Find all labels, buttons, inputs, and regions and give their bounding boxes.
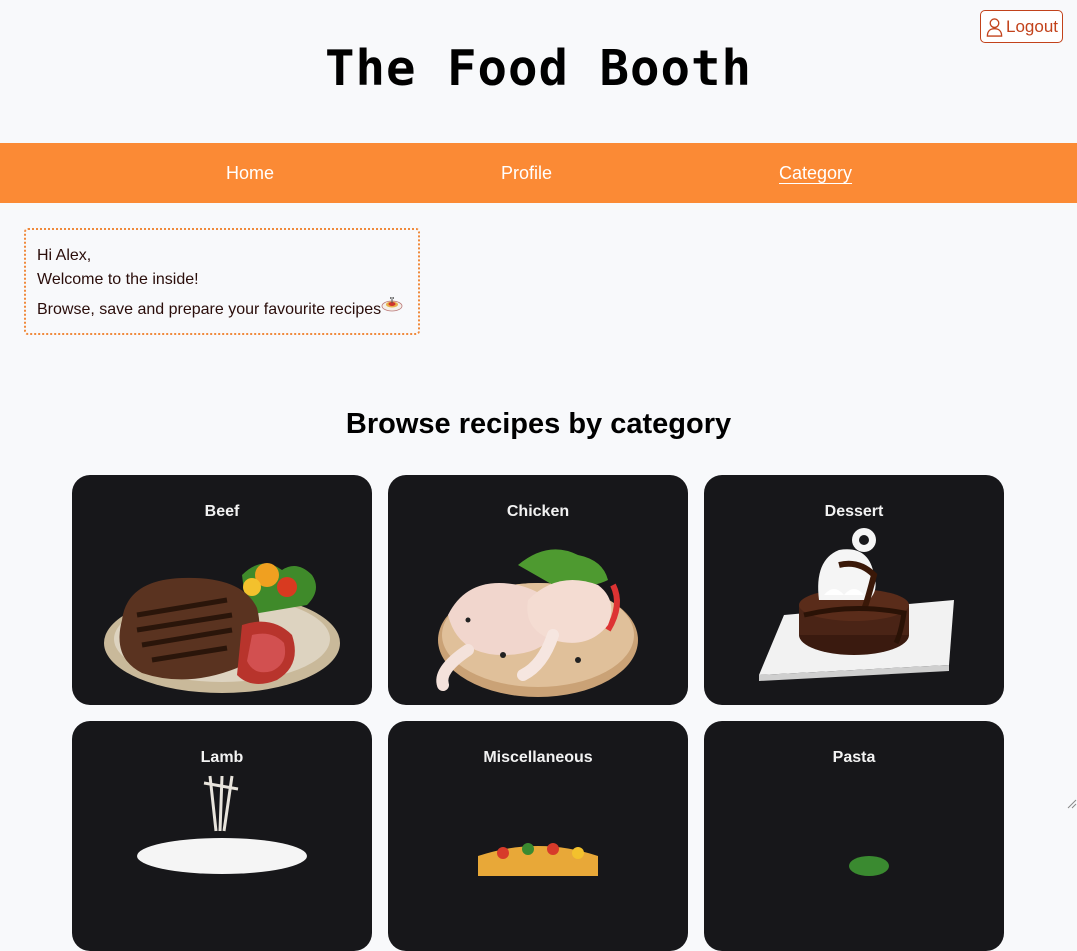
card-label: Miscellaneous bbox=[388, 749, 688, 767]
card-label: Chicken bbox=[388, 503, 688, 521]
welcome-greeting: Hi Alex, bbox=[37, 244, 407, 268]
category-heading: Browse recipes by category bbox=[0, 408, 1077, 441]
site-title: The Food Booth bbox=[0, 40, 1077, 97]
spaghetti-icon bbox=[381, 295, 403, 313]
nav-home[interactable]: Home bbox=[226, 163, 274, 184]
logout-label: Logout bbox=[1006, 17, 1058, 37]
category-card-lamb[interactable]: Lamb bbox=[72, 721, 372, 951]
lamb-image bbox=[92, 771, 352, 951]
category-card-chicken[interactable]: Chicken bbox=[388, 475, 688, 705]
resize-grip-icon[interactable] bbox=[1065, 797, 1077, 809]
misc-image bbox=[408, 771, 668, 951]
welcome-box: Hi Alex, Welcome to the inside! Browse, … bbox=[24, 228, 420, 335]
card-label: Dessert bbox=[704, 503, 1004, 521]
navbar: Home Profile Category bbox=[0, 143, 1077, 203]
category-card-dessert[interactable]: Dessert bbox=[704, 475, 1004, 705]
category-card-beef[interactable]: Beef bbox=[72, 475, 372, 705]
header: The Food Booth Logout bbox=[0, 0, 1077, 143]
card-label: Pasta bbox=[704, 749, 1004, 767]
category-card-pasta[interactable]: Pasta bbox=[704, 721, 1004, 951]
nav-category[interactable]: Category bbox=[779, 163, 852, 184]
welcome-browse-text: Browse, save and prepare your favourite … bbox=[37, 301, 381, 318]
card-label: Beef bbox=[72, 503, 372, 521]
nav-profile[interactable]: Profile bbox=[501, 163, 552, 184]
logout-button[interactable]: Logout bbox=[980, 10, 1063, 43]
pasta-image bbox=[724, 771, 984, 951]
category-card-miscellaneous[interactable]: Miscellaneous bbox=[388, 721, 688, 951]
steak-image bbox=[92, 525, 352, 705]
welcome-message: Welcome to the inside! bbox=[37, 268, 407, 292]
card-label: Lamb bbox=[72, 749, 372, 767]
user-icon bbox=[985, 16, 1004, 38]
dessert-image bbox=[724, 525, 984, 705]
chicken-image bbox=[408, 525, 668, 705]
